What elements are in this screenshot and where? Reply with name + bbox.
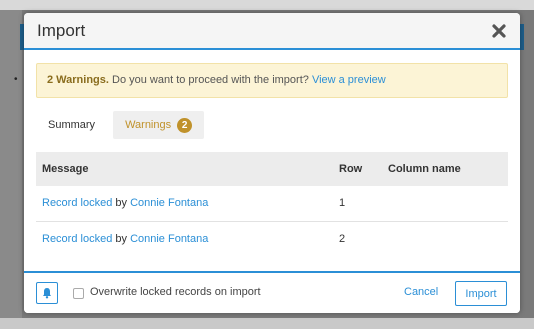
column-name-cell [382, 221, 508, 256]
close-icon [492, 24, 506, 38]
dialog-footer: Overwrite locked records on import Cance… [24, 271, 520, 313]
import-button[interactable]: Import [455, 281, 507, 306]
bell-icon [43, 288, 51, 299]
tab-summary[interactable]: Summary [36, 111, 107, 139]
view-preview-link[interactable]: View a preview [312, 74, 386, 86]
close-button[interactable] [490, 22, 508, 40]
record-locked-link[interactable]: Record locked [42, 197, 112, 209]
by-text: by [112, 232, 131, 245]
backdrop-mark: • [14, 74, 18, 85]
backdrop [0, 0, 22, 329]
column-header-message: Message [36, 152, 333, 186]
cancel-button[interactable]: Cancel [404, 286, 438, 298]
dialog-title: Import [37, 21, 86, 40]
tab-label: Summary [48, 119, 96, 131]
warning-text: Do you want to proceed with the import? [108, 74, 312, 86]
warnings-count-badge: 2 [177, 117, 193, 133]
row-cell: 2 [339, 232, 346, 245]
tab-bar: Summary Warnings 2 [36, 111, 205, 139]
backdrop-top [0, 0, 534, 10]
warnings-table: Message Row Column name Record locked by… [36, 152, 508, 256]
column-header-row: Row [333, 152, 382, 186]
user-link[interactable]: Connie Fontana [130, 233, 208, 245]
dialog-header: Import [24, 13, 520, 50]
row-cell: 1 [333, 186, 382, 222]
overwrite-checkbox[interactable] [73, 288, 84, 299]
backdrop-bottom [0, 318, 534, 329]
warning-count: 2 Warnings. [47, 74, 109, 86]
warning-alert: 2 Warnings. Do you want to proceed with … [36, 63, 508, 98]
user-link[interactable]: Connie Fontana [130, 197, 208, 209]
table-row: Record locked by Connie Fontana 1 [36, 186, 508, 222]
table-row: Record locked by Connie Fontana 2 [36, 221, 508, 256]
tab-label: Warnings [125, 119, 172, 131]
import-dialog: Import 2 Warnings. Do you want to procee… [24, 13, 520, 313]
record-locked-link[interactable]: Record locked [42, 233, 112, 245]
by-text: by [112, 197, 131, 210]
tab-warnings[interactable]: Warnings 2 [113, 111, 205, 139]
column-name-cell [382, 186, 508, 222]
message-cell: Record locked by Connie Fontana [36, 186, 333, 222]
message-cell: Record locked by Connie Fontana [36, 221, 333, 256]
overwrite-checkbox-label[interactable]: Overwrite locked records on import [90, 286, 261, 298]
table-header-row: Message Row Column name [36, 152, 508, 186]
notifications-button[interactable] [36, 282, 58, 304]
column-header-column-name: Column name [382, 152, 508, 186]
